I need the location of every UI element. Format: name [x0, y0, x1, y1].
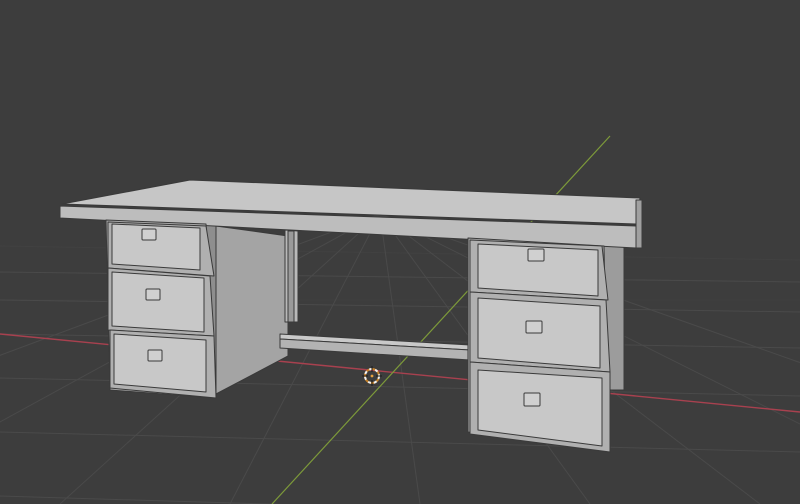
drawer-handle[interactable] [147, 349, 163, 362]
right-drawer-3[interactable] [469, 361, 611, 453]
left-pedestal-depth [215, 225, 289, 395]
right-drawer-2[interactable] [469, 291, 611, 373]
drawer-handle[interactable] [145, 288, 161, 301]
drawer-handle[interactable] [523, 392, 541, 407]
left-drawer-1[interactable] [107, 221, 215, 277]
drawer-handle[interactable] [525, 320, 543, 334]
left-drawer-3[interactable] [109, 329, 217, 399]
desk-mesh[interactable] [59, 179, 643, 453]
right-drawer-1[interactable] [469, 239, 609, 301]
tabletop-right-edge [635, 199, 643, 249]
drawer-handle[interactable] [141, 228, 157, 241]
left-drawer-2[interactable] [107, 267, 215, 337]
back-leg-2 [287, 230, 295, 323]
viewport-canvas[interactable] [0, 0, 800, 504]
3d-viewport[interactable] [0, 0, 800, 504]
drawer-handle[interactable] [527, 248, 545, 262]
